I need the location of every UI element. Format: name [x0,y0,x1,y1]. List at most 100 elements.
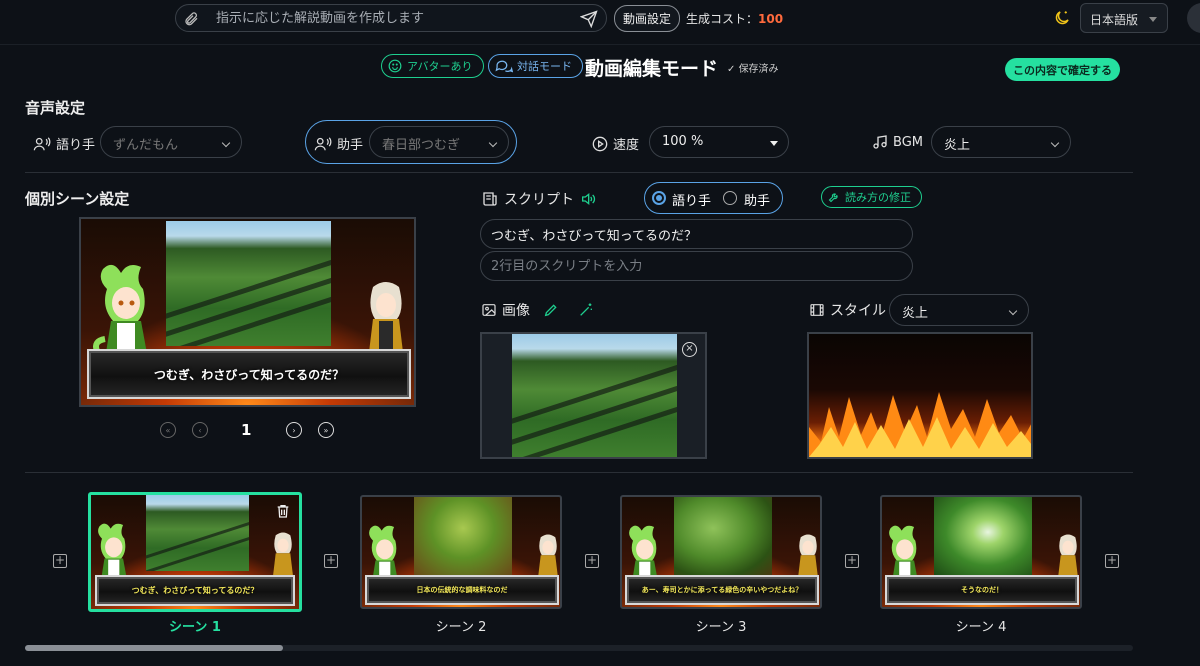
chevron-down-icon [221,138,231,148]
scene-thumbnail-3[interactable]: あー、寿司とかに添ってる緑色の辛いやつだよね？ [620,495,822,609]
section-divider [25,472,1133,473]
language-select[interactable]: 日本語版 [1080,3,1168,33]
pencil-edit-icon[interactable] [543,302,559,318]
add-scene-plus-icon[interactable]: + [585,554,599,568]
smile-icon [388,59,402,73]
bgm-select[interactable]: 炎上 [931,126,1071,158]
trash-delete-icon[interactable] [275,503,291,519]
paperclip-icon[interactable] [183,11,199,27]
scene-thumbnail-2[interactable]: 日本の伝統的な調味料なのだ [360,495,562,609]
caret-down-icon [770,141,778,146]
image-label: 画像 [481,300,594,320]
avatar-toggle-label: アバターあり [407,60,473,73]
prompt-input[interactable] [216,8,556,28]
magic-wand-icon[interactable] [578,302,594,318]
style-value: 炎上 [902,306,929,321]
remove-image-close-icon[interactable]: × [682,342,697,357]
avatar-toggle-button[interactable]: アバターあり [381,54,484,78]
thumbnail-caption: そうなのだ！ [961,586,1003,594]
narrator-value: ずんだもん [113,138,179,153]
cost-value: 100 [758,12,784,26]
narrator-label: 語り手 [33,134,95,153]
assistant-radio-label: 助手 [744,194,771,209]
add-scene-plus-icon[interactable]: + [324,554,338,568]
last-page-button[interactable]: » [318,422,334,438]
narrator-radio[interactable] [652,191,666,205]
prompt-search-bar[interactable] [175,4,607,32]
reading-fix-button[interactable]: 読み方の修正 [821,186,922,208]
scene-image-preview[interactable] [512,334,677,457]
image-icon [481,302,497,318]
page-number: 1 [241,421,252,439]
add-scene-plus-icon[interactable]: + [845,554,859,568]
voice-settings-title: 音声設定 [25,99,86,117]
narrator-radio-label: 語り手 [672,194,712,209]
script-label: スクリプト [481,189,597,209]
assistant-value: 春日部つむぎ [382,138,461,153]
bgm-label: BGM [872,134,923,150]
add-scene-plus-icon[interactable]: + [53,554,67,568]
page-title: 動画編集モード [585,58,719,80]
assistant-label-text: 助手 [337,138,364,153]
style-fire-preview[interactable] [807,332,1033,459]
top-divider [0,44,1200,45]
saved-text: 保存済み [738,64,779,75]
script-label-text: スクリプト [504,192,574,208]
caret-down-icon [1149,17,1157,22]
next-page-button[interactable]: › [286,422,302,438]
script-line1-text: つむぎ、わさびって知ってるのだ？ [491,228,698,244]
chat-bubbles-icon [495,58,513,74]
assistant-label: 助手 [314,134,363,153]
script-scroll-icon [481,190,499,208]
dialogue-mode-button[interactable]: 対話モード [488,54,583,78]
script-line1-input[interactable]: つむぎ、わさびって知ってるのだ？ [480,219,913,249]
dialogue-mode-label: 対話モード [517,60,572,73]
generation-cost: 生成コスト：100 [686,10,783,27]
volume-speaker-icon[interactable] [579,191,597,207]
subtitle-text: つむぎ、わさびって知ってるのだ？ [153,367,345,382]
scene-label-3: シーン 3 [695,620,747,635]
play-circle-icon [592,136,608,152]
cost-label: 生成コスト： [686,12,759,26]
scene-thumbnail-1[interactable]: つむぎ、わさびって知ってるのだ？ [88,492,302,612]
thumbnail-caption: 日本の伝統的な調味料なのだ [416,586,508,594]
language-value: 日本語版 [1090,13,1139,27]
dark-mode-moon-icon[interactable] [1053,9,1071,27]
horizontal-scrollbar-thumb[interactable] [25,645,283,651]
confirm-button[interactable]: この内容で確定する [1005,58,1120,81]
speaker-radio-group: 語り手 助手 [644,182,783,214]
reading-fix-label: 読み方の修正 [845,191,911,204]
style-label: スタイル [809,300,886,320]
send-icon[interactable] [580,10,598,28]
speaker-person-icon [33,136,51,152]
image-label-text: 画像 [502,303,530,319]
horizontal-scrollbar-track[interactable] [25,645,1133,651]
speed-select[interactable]: 100 % [649,126,789,158]
narrator-select[interactable]: ずんだもん [100,126,242,158]
first-page-button[interactable]: « [160,422,176,438]
bgm-label-text: BGM [893,134,923,150]
chevron-down-icon [1050,138,1060,148]
thumbnail-caption: つむぎ、わさびって知ってるのだ？ [131,586,259,595]
bgm-value: 炎上 [944,138,971,153]
prev-page-button[interactable]: ‹ [192,422,208,438]
chevron-down-icon [1008,306,1018,316]
script-line2-input[interactable] [480,251,913,281]
assistant-radio[interactable] [723,191,737,205]
video-settings-button[interactable]: 動画設定 [614,5,680,32]
film-icon [809,302,825,318]
user-avatar[interactable] [1187,3,1200,33]
scene-image [166,221,331,346]
style-select[interactable]: 炎上 [889,294,1029,326]
scene-settings-title: 個別シーン設定 [25,190,130,208]
subtitle-box: つむぎ、わさびって知ってるのだ？ [87,349,411,399]
speed-label: 速度 [592,134,639,153]
scene-thumbnail-4[interactable]: そうなのだ！ [880,495,1082,609]
assistant-select[interactable]: 春日部つむぎ [369,126,509,158]
add-scene-plus-icon[interactable]: + [1105,554,1119,568]
image-panel: × [480,332,707,459]
saved-status: ✓ 保存済み [727,64,779,75]
wrench-icon [828,191,840,203]
scene-preview: つむぎ、わさびって知ってるのだ？ [79,217,416,407]
zundamon-character [93,264,148,359]
